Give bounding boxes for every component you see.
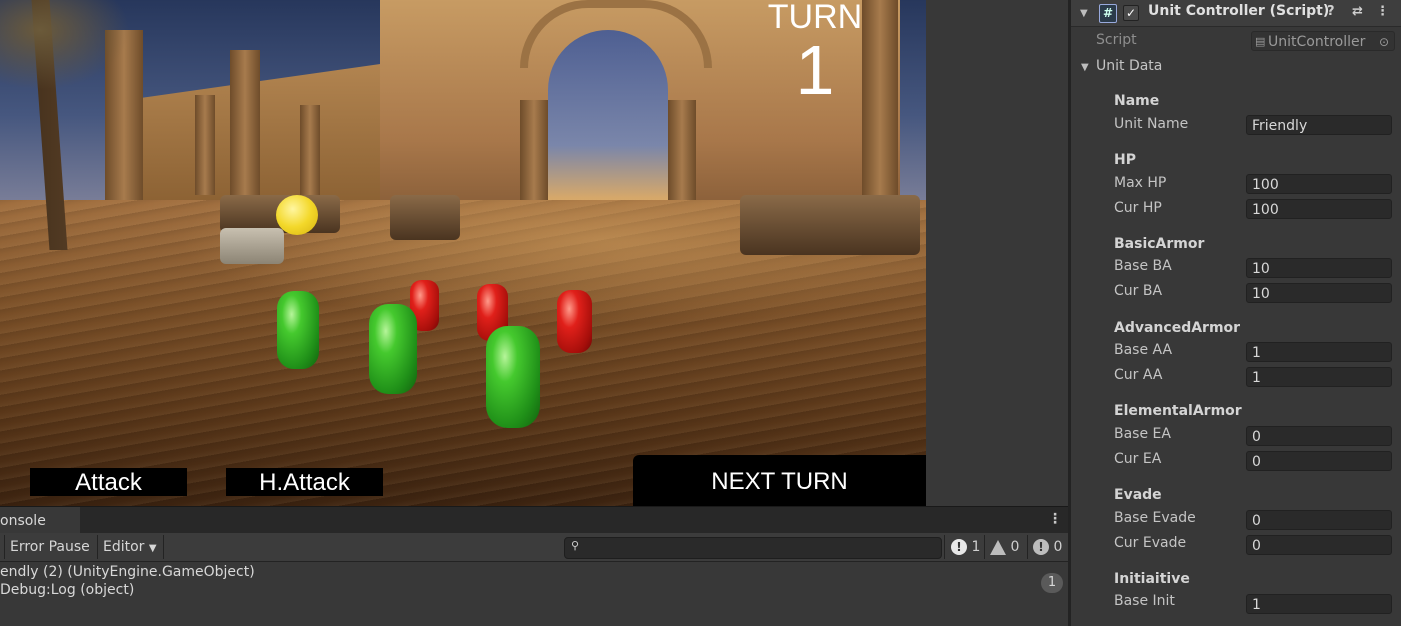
base-ea-input[interactable]: 0: [1246, 426, 1392, 446]
console-tab-bar: onsole ⋮: [0, 506, 1068, 533]
log-entry-line2[interactable]: Debug:Log (object): [0, 582, 134, 598]
turn-number: 1: [795, 31, 835, 109]
console-panel: onsole ⋮ Error Pause Editor ▼ ⚲ ! 1 0 ! …: [0, 506, 1068, 626]
market-stall: [740, 195, 920, 255]
ruin-pillar: [230, 50, 260, 200]
script-file-icon: ▤: [1255, 35, 1266, 48]
ruin-pillar: [195, 95, 215, 195]
more-options-icon[interactable]: ⋮: [1048, 511, 1062, 527]
base-ea-label: Base EA: [1114, 426, 1171, 442]
script-reference-field[interactable]: ▤ UnitController ⊙: [1251, 31, 1395, 51]
base-evade-input[interactable]: 0: [1246, 510, 1392, 530]
crate: [220, 228, 284, 264]
cur-aa-label: Cur AA: [1114, 367, 1163, 383]
friendly-unit-green[interactable]: [277, 291, 319, 369]
toolbar-separator: [163, 535, 164, 559]
object-picker-icon[interactable]: ⊙: [1379, 32, 1389, 52]
base-ba-input[interactable]: 10: [1246, 258, 1392, 278]
script-reference-value: UnitController: [1268, 34, 1366, 50]
heavy-attack-button[interactable]: H.Attack: [226, 468, 383, 496]
next-turn-button[interactable]: NEXT TURN: [633, 455, 926, 506]
enemy-unit-red[interactable]: [557, 290, 592, 353]
unit-data-foldout-icon[interactable]: ▼: [1081, 62, 1089, 73]
console-search-input[interactable]: ⚲: [564, 537, 942, 559]
max-hp-label: Max HP: [1114, 175, 1167, 191]
base-aa-label: Base AA: [1114, 342, 1173, 358]
cur-ba-label: Cur BA: [1114, 283, 1163, 299]
attack-button[interactable]: Attack: [30, 468, 187, 496]
presets-icon[interactable]: ⇄: [1352, 4, 1363, 19]
cur-ba-input[interactable]: 10: [1246, 283, 1392, 303]
cur-aa-input[interactable]: 1: [1246, 367, 1392, 387]
section-name: Name: [1114, 93, 1160, 109]
editor-dropdown-label: Editor: [103, 539, 145, 555]
inspector-panel: ▼ # ✓ Unit Controller (Script) ? ⇄ ⋮ Scr…: [1071, 0, 1401, 626]
cur-hp-input[interactable]: 100: [1246, 199, 1392, 219]
cur-hp-label: Cur HP: [1114, 200, 1162, 216]
error-count: 0: [1053, 539, 1063, 555]
section-advanced-armor: AdvancedArmor: [1114, 320, 1241, 336]
error-pause-button[interactable]: Error Pause: [10, 535, 90, 559]
info-count: 1: [971, 539, 981, 555]
warning-count-toggle[interactable]: 0: [990, 535, 1019, 559]
unit-name-input[interactable]: Friendly: [1246, 115, 1392, 135]
section-initiative: Initiaitive: [1114, 571, 1190, 587]
section-hp: HP: [1114, 152, 1136, 168]
unit-name-label: Unit Name: [1114, 116, 1189, 132]
unit-data-label[interactable]: Unit Data: [1096, 58, 1162, 74]
toolbar-separator: [1027, 535, 1028, 559]
script-label: Script: [1096, 32, 1137, 48]
editor-dropdown[interactable]: Editor ▼: [103, 535, 157, 559]
help-icon[interactable]: ?: [1327, 4, 1335, 19]
section-basic-armor: BasicArmor: [1114, 236, 1205, 252]
warning-count: 0: [1010, 539, 1020, 555]
error-count-toggle[interactable]: ! 0: [1033, 535, 1062, 559]
toolbar-separator: [4, 535, 5, 559]
base-ba-label: Base BA: [1114, 258, 1172, 274]
toolbar-separator: [944, 535, 945, 559]
cur-ea-input[interactable]: 0: [1246, 451, 1392, 471]
ruin-pillar: [300, 105, 320, 200]
max-hp-input[interactable]: 100: [1246, 174, 1392, 194]
toolbar-separator: [97, 535, 98, 559]
warning-icon: [990, 539, 1006, 555]
toolbar-separator: [984, 535, 985, 559]
console-toolbar: Error Pause Editor ▼ ⚲ ! 1 0 ! 0: [0, 533, 1068, 562]
script-icon: #: [1099, 4, 1117, 23]
error-icon: !: [1033, 539, 1049, 555]
base-init-label: Base Init: [1114, 593, 1175, 609]
component-enabled-checkbox[interactable]: ✓: [1123, 5, 1139, 21]
console-tab[interactable]: onsole: [0, 507, 80, 533]
component-title: Unit Controller (Script): [1148, 3, 1330, 19]
foldout-arrow-icon[interactable]: ▼: [1080, 8, 1088, 19]
yellow-sphere[interactable]: [276, 195, 318, 235]
search-icon: ⚲: [571, 539, 580, 552]
more-options-icon[interactable]: ⋮: [1376, 4, 1389, 19]
cur-evade-label: Cur Evade: [1114, 535, 1187, 551]
cur-evade-input[interactable]: 0: [1246, 535, 1392, 555]
section-elemental-armor: ElementalArmor: [1114, 403, 1242, 419]
base-init-input[interactable]: 1: [1246, 594, 1392, 614]
component-header[interactable]: ▼ # ✓ Unit Controller (Script) ? ⇄ ⋮: [1071, 0, 1401, 27]
section-evade: Evade: [1114, 487, 1162, 503]
friendly-unit-green[interactable]: [369, 304, 417, 394]
dropdown-arrow-icon: ▼: [148, 543, 157, 554]
base-aa-input[interactable]: 1: [1246, 342, 1392, 362]
cur-ea-label: Cur EA: [1114, 451, 1162, 467]
friendly-unit-green[interactable]: [486, 326, 540, 428]
palm-fronds: [0, 0, 130, 90]
info-count-toggle[interactable]: ! 1: [951, 535, 980, 559]
market-stall: [390, 195, 460, 240]
log-collapse-count: 1: [1041, 573, 1063, 593]
log-entry-line1[interactable]: endly (2) (UnityEngine.GameObject): [0, 564, 255, 580]
base-evade-label: Base Evade: [1114, 510, 1196, 526]
game-view[interactable]: TURN 1 Attack H.Attack NEXT TURN: [0, 0, 926, 506]
info-icon: !: [951, 539, 967, 555]
